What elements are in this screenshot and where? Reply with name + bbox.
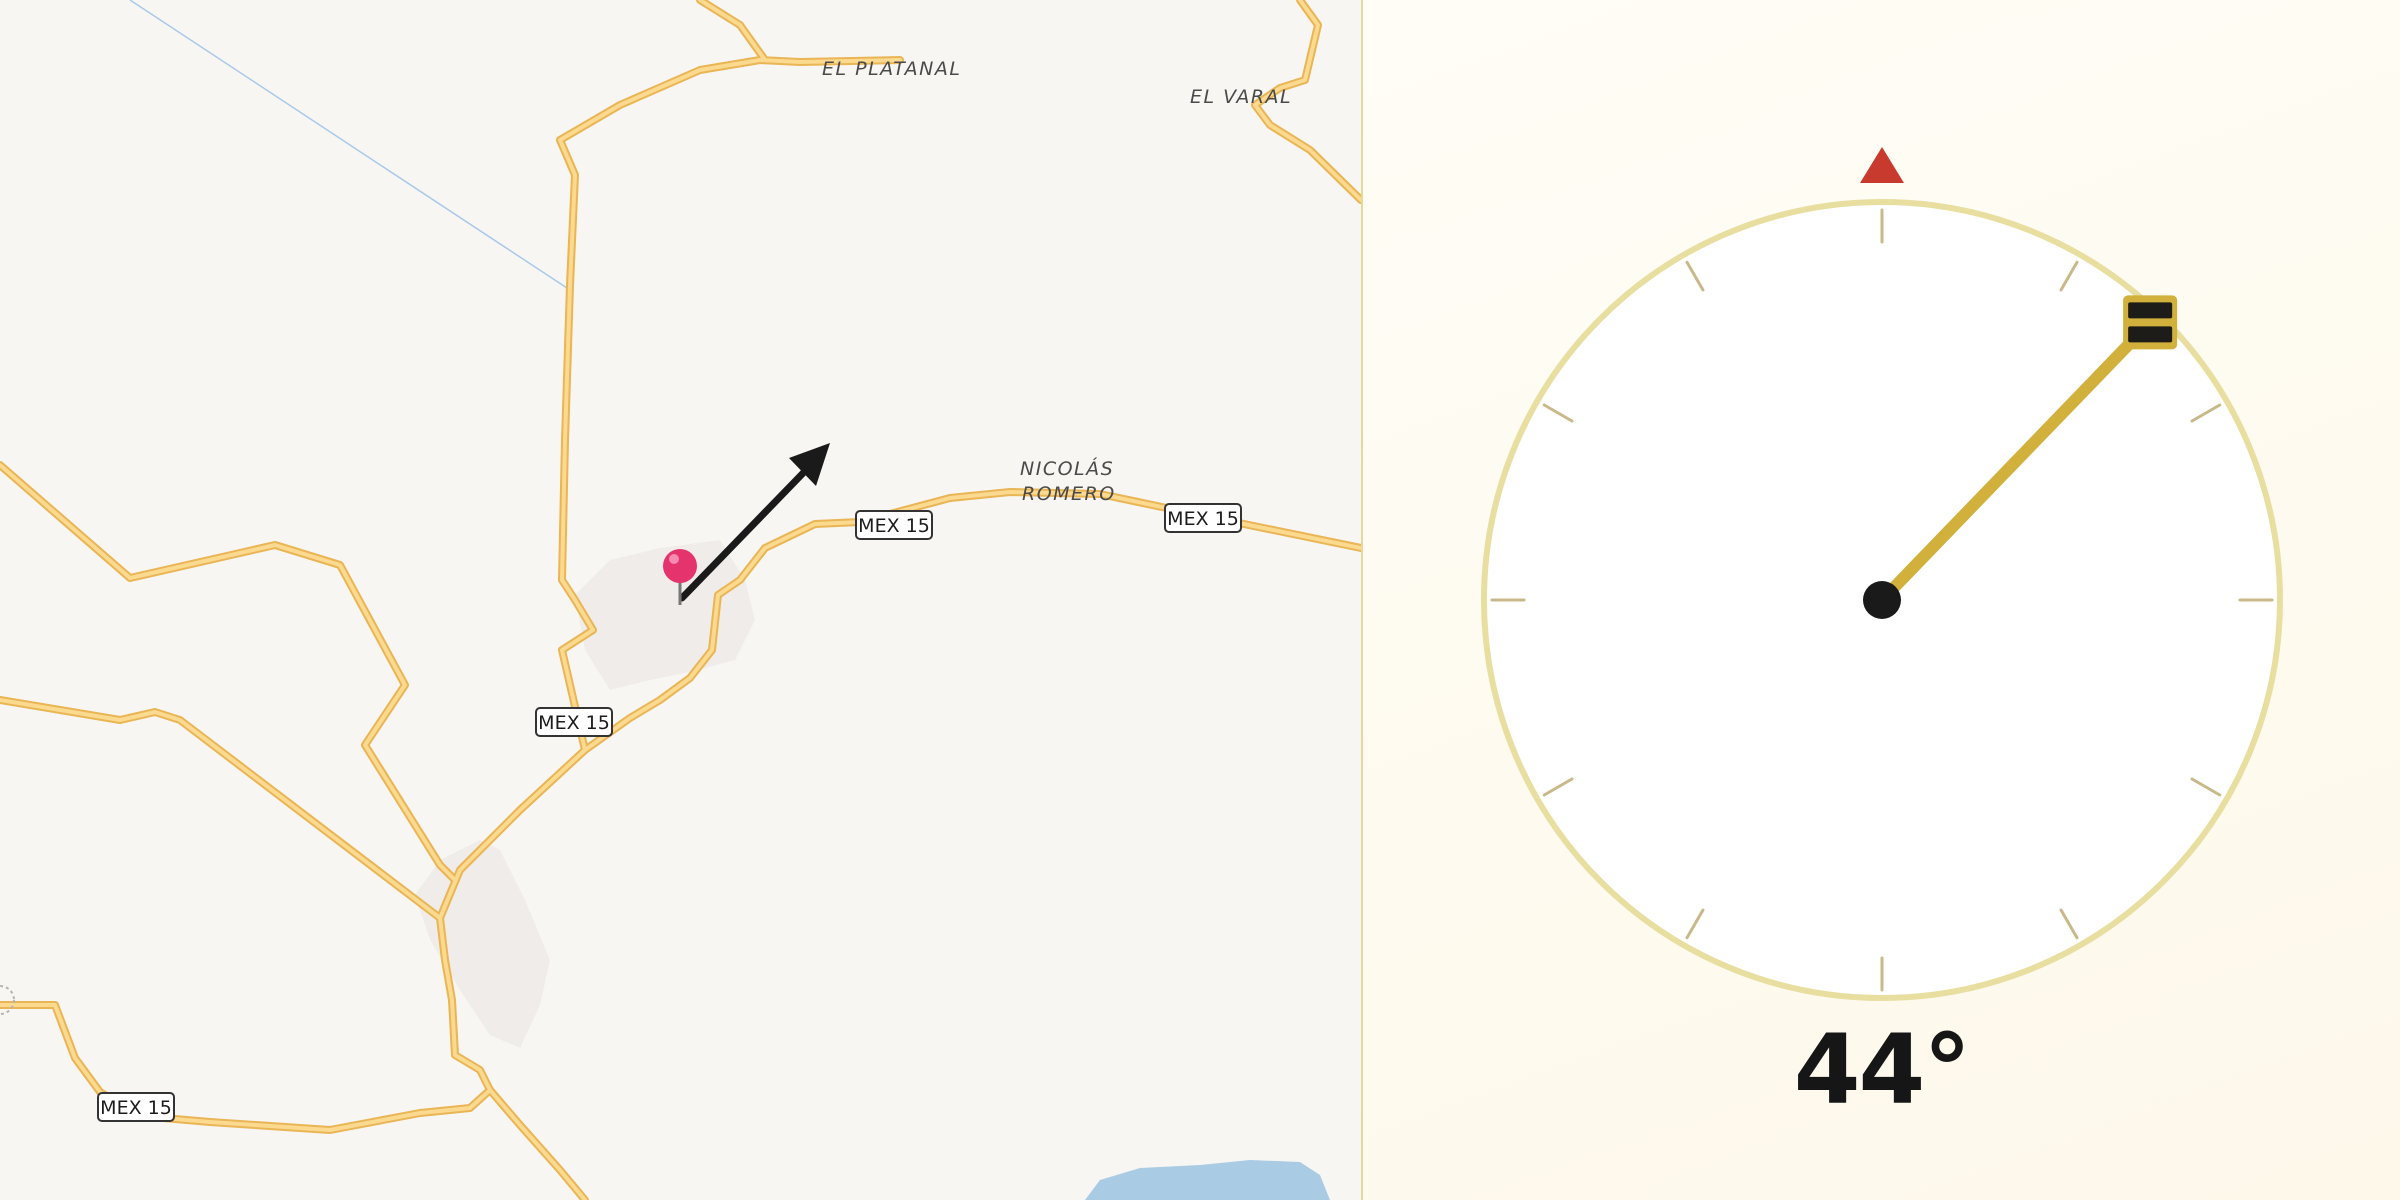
- heading-arrow-icon: [678, 443, 830, 602]
- place-label: ROMERO: [1022, 483, 1116, 505]
- svg-text:MEX 15: MEX 15: [538, 712, 610, 734]
- svg-text:MEX 15: MEX 15: [1167, 508, 1239, 530]
- route-shield: MEX 15: [1164, 503, 1242, 533]
- map-view[interactable]: EL PLATANAL EL VARAL NICOLÁS ROMERO MEX …: [0, 0, 1361, 1200]
- route-shield: MEX 15: [855, 510, 933, 540]
- place-label: NICOLÁS: [1020, 457, 1114, 480]
- water-body: [1085, 1160, 1330, 1200]
- map-canvas[interactable]: EL PLATANAL EL VARAL NICOLÁS ROMERO MEX …: [0, 0, 1361, 1200]
- compass-hub: [1863, 581, 1901, 619]
- place-label: EL PLATANAL: [822, 58, 961, 80]
- route-shield: MEX 15: [97, 1092, 175, 1122]
- route-shield: MEX 15: [535, 707, 613, 737]
- place-labels: EL PLATANAL EL VARAL NICOLÁS ROMERO: [822, 58, 1292, 505]
- boundary-line: [129, 0, 571, 291]
- heading-readout: 44°: [1793, 1014, 1972, 1126]
- svg-text:MEX 15: MEX 15: [858, 515, 930, 537]
- urban-area: [415, 840, 550, 1048]
- poi-marker: [0, 985, 15, 1015]
- needle-handle[interactable]: [2123, 295, 2178, 350]
- north-triangle-icon: [1860, 147, 1904, 183]
- svg-text:MEX 15: MEX 15: [100, 1097, 172, 1119]
- compass-panel: 44°: [1363, 0, 2400, 1200]
- place-label: EL VARAL: [1190, 86, 1292, 108]
- app-window: EL PLATANAL EL VARAL NICOLÁS ROMERO MEX …: [0, 0, 2400, 1200]
